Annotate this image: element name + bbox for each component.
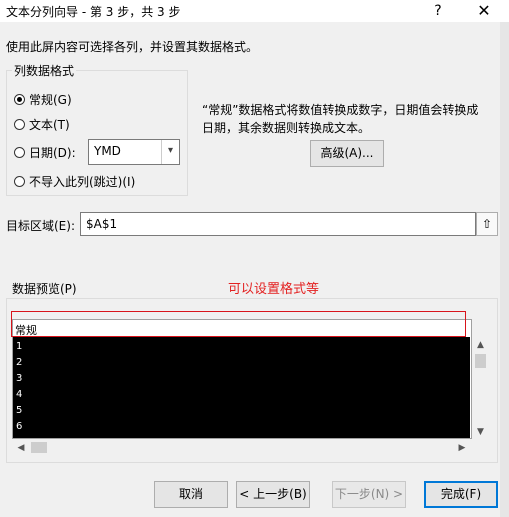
cancel-button[interactable]: 取消 xyxy=(154,481,228,508)
radio-general[interactable]: 常规(G) xyxy=(14,90,72,108)
back-button[interactable]: < 上一步(B) xyxy=(236,481,310,508)
preview-row: 5 xyxy=(16,405,23,416)
window-edge xyxy=(500,22,509,517)
scroll-right-icon[interactable]: ▶ xyxy=(455,441,469,455)
radio-general-label: 常规(G) xyxy=(29,92,72,107)
preview-row: 2 xyxy=(16,357,23,368)
finish-button[interactable]: 完成(F) xyxy=(424,481,498,508)
radio-indicator[interactable] xyxy=(14,175,25,187)
preview-row: 1 xyxy=(16,341,23,352)
date-format-value: YMD xyxy=(94,144,121,158)
collapse-dialog-icon[interactable]: ⇧ xyxy=(476,212,498,236)
help-button[interactable]: ? xyxy=(428,1,448,21)
scroll-left-icon[interactable]: ◀ xyxy=(14,441,28,455)
radio-date[interactable]: 日期(D): xyxy=(14,143,76,161)
column-format-legend: 列数据格式 xyxy=(12,62,77,79)
annotation-highlight xyxy=(11,311,466,337)
radio-skip[interactable]: 不导入此列(跳过)(I) xyxy=(14,172,135,190)
format-description: “常规”数据格式将数值转换成数字，日期值会转换成日期，其余数据则转换成文本。 xyxy=(202,103,479,135)
advanced-button[interactable]: 高级(A)... xyxy=(310,140,384,167)
window-title: 文本分列向导 - 第 3 步，共 3 步 xyxy=(6,5,181,19)
preview-row: 3 xyxy=(16,373,23,384)
destination-label: 目标区域(E): xyxy=(6,219,75,233)
destination-value: $A$1 xyxy=(86,217,118,231)
preview-label: 数据预览(P) xyxy=(12,282,77,296)
preview-data-column[interactable]: 1 2 3 4 5 6 xyxy=(13,337,470,438)
instruction-text: 使用此屏内容可选择各列，并设置其数据格式。 xyxy=(6,40,259,54)
preview-row: 4 xyxy=(16,389,23,400)
radio-text-label: 文本(T) xyxy=(29,117,70,132)
next-button[interactable]: 下一步(N) > xyxy=(332,481,406,508)
radio-text[interactable]: 文本(T) xyxy=(14,115,70,133)
chevron-down-icon[interactable]: ▾ xyxy=(161,140,179,164)
horizontal-scrollbar[interactable] xyxy=(12,439,472,456)
radio-date-label: 日期(D): xyxy=(29,145,76,160)
vertical-scroll-thumb[interactable] xyxy=(475,354,486,368)
scroll-down-icon[interactable]: ▼ xyxy=(472,425,489,439)
preview-row: 6 xyxy=(16,421,23,432)
radio-indicator[interactable] xyxy=(14,146,25,158)
radio-indicator[interactable] xyxy=(14,118,25,130)
close-button[interactable]: ✕ xyxy=(472,1,496,21)
destination-input[interactable] xyxy=(80,212,476,236)
radio-indicator[interactable] xyxy=(14,93,25,105)
annotation-text: 可以设置格式等 xyxy=(228,282,320,297)
horizontal-scroll-thumb[interactable] xyxy=(31,442,47,453)
scroll-up-icon[interactable]: ▲ xyxy=(472,338,489,352)
radio-skip-label: 不导入此列(跳过)(I) xyxy=(29,174,136,189)
